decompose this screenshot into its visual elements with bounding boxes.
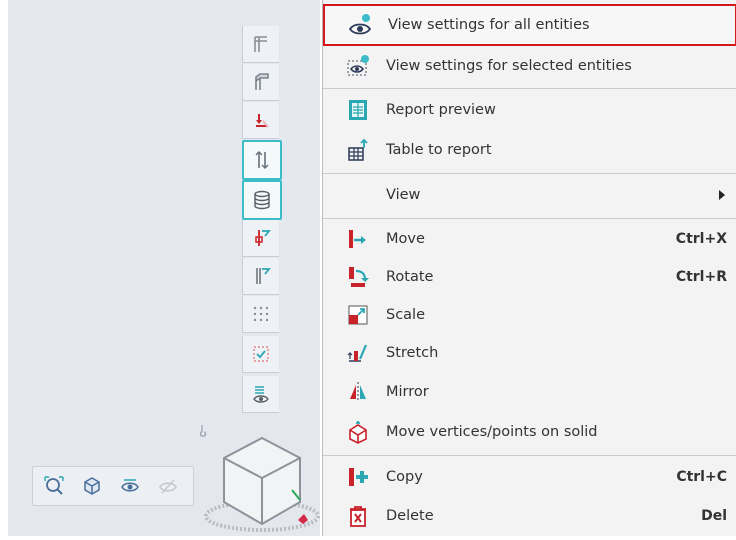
menu-item-label: Scale	[386, 307, 426, 323]
beam-profile-icon[interactable]	[242, 258, 279, 295]
menu-item-rotate[interactable]: Rotate Ctrl+R	[323, 258, 736, 296]
menu-item-label: Rotate	[386, 269, 434, 285]
column-icon[interactable]	[242, 26, 279, 63]
menu-item-label: Copy	[386, 469, 423, 485]
check-selection-icon[interactable]	[242, 336, 279, 373]
menu-item-move[interactable]: Move Ctrl+X	[323, 220, 736, 258]
menu-item-mirror[interactable]: Mirror	[323, 372, 736, 412]
move-icon	[345, 226, 371, 252]
menu-item-label: Delete	[386, 508, 434, 524]
hide-icon[interactable]	[155, 474, 181, 498]
menu-separator	[323, 455, 736, 456]
menu-item-copy[interactable]: Copy Ctrl+C	[323, 457, 736, 497]
dimension-arrows-icon[interactable]	[242, 140, 282, 180]
menu-item-move-vertices[interactable]: Move vertices/points on solid	[323, 412, 736, 452]
view-cube-icon[interactable]	[79, 474, 105, 498]
menu-item-label: View settings for all entities	[388, 17, 590, 33]
support-icon[interactable]	[242, 220, 279, 257]
eye-settings-icon	[347, 12, 373, 38]
submenu-arrow-icon	[719, 190, 725, 200]
view-list-icon[interactable]	[242, 376, 279, 413]
menu-item-report-preview[interactable]: Report preview	[323, 90, 736, 130]
menu-separator	[323, 173, 736, 174]
menu-item-view-submenu[interactable]: View	[323, 175, 736, 215]
copy-icon	[345, 464, 371, 490]
scale-icon	[345, 302, 371, 328]
report-preview-icon	[345, 97, 371, 123]
menu-item-label: Mirror	[386, 384, 429, 400]
menu-item-label: Move	[386, 231, 425, 247]
viewport-3d[interactable]	[8, 0, 320, 536]
visibility-icon[interactable]	[117, 474, 143, 498]
navigation-toolbar	[32, 466, 194, 506]
menu-item-shortcut: Ctrl+R	[675, 269, 727, 285]
menu-item-view-settings-selected[interactable]: View settings for selected entities	[323, 46, 736, 86]
menu-item-shortcut: Ctrl+X	[675, 231, 727, 247]
stretch-icon	[345, 340, 371, 366]
menu-item-label: Report preview	[386, 102, 496, 118]
grid-dots-icon[interactable]	[242, 296, 279, 333]
menu-item-delete[interactable]: Delete Del	[323, 497, 736, 535]
database-icon[interactable]	[242, 180, 282, 220]
menu-separator	[323, 218, 736, 219]
menu-item-shortcut: Del	[701, 508, 727, 524]
menu-item-stretch[interactable]: Stretch	[323, 334, 736, 372]
load-icon[interactable]	[242, 102, 279, 139]
menu-item-label: View settings for selected entities	[386, 58, 632, 74]
zoom-all-icon[interactable]	[41, 474, 67, 498]
column-3d-icon[interactable]	[242, 64, 279, 101]
move-vertices-icon	[345, 419, 371, 445]
context-menu: View settings for all entities View sett…	[322, 0, 736, 536]
menu-item-label: Stretch	[386, 345, 439, 361]
rotate-icon	[345, 264, 371, 290]
delete-icon	[345, 503, 371, 529]
menu-item-label: Table to report	[386, 142, 492, 158]
menu-item-shortcut: Ctrl+C	[676, 469, 727, 485]
menu-item-label: View	[386, 187, 421, 203]
mirror-icon	[345, 379, 371, 405]
menu-separator	[323, 88, 736, 89]
view-cube-navigator[interactable]	[202, 420, 322, 536]
table-to-report-icon	[345, 137, 371, 163]
eye-selection-icon	[345, 53, 371, 79]
menu-item-scale[interactable]: Scale	[323, 296, 736, 334]
menu-item-view-settings-all[interactable]: View settings for all entities	[323, 4, 736, 46]
menu-item-table-to-report[interactable]: Table to report	[323, 130, 736, 170]
vertical-toolbar	[240, 26, 282, 418]
menu-item-label: Move vertices/points on solid	[386, 424, 598, 440]
